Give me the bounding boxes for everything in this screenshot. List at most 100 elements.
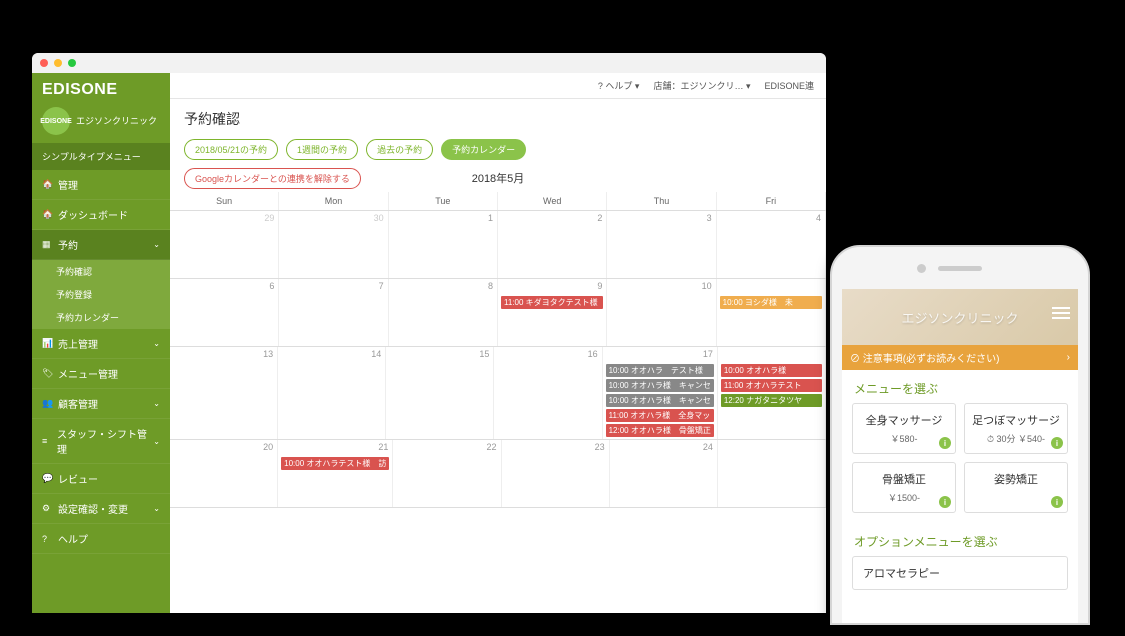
calendar-cell[interactable]: 1710:00 オオハラ テスト様10:00 オオハラ様 キャンセ10:00 オ… bbox=[603, 347, 718, 439]
calendar-row: 202110:00 オオハラテスト様 訪22 23 24 bbox=[170, 440, 826, 508]
calendar-event[interactable]: 12:20 ナガタニタツヤ bbox=[721, 394, 822, 407]
option-card[interactable]: アロマセラピー bbox=[852, 556, 1068, 590]
cell-date: 14 bbox=[371, 349, 381, 359]
calendar-cell[interactable]: 2110:00 オオハラテスト様 訪 bbox=[278, 440, 393, 507]
hamburger-icon[interactable] bbox=[1052, 307, 1070, 319]
calendar-cell[interactable]: 20 bbox=[170, 440, 278, 507]
nav-item[interactable]: 🏷メニュー管理 bbox=[32, 359, 170, 389]
calendar-cell[interactable]: 29 bbox=[170, 211, 279, 278]
calendar-cell[interactable]: 14 bbox=[278, 347, 386, 439]
unlink-google-pill[interactable]: Googleカレンダーとの連携を解除する bbox=[184, 168, 361, 189]
calendar-cell[interactable]: 7 bbox=[279, 279, 388, 346]
menu-card[interactable]: 骨盤矯正￥1500-i bbox=[852, 462, 956, 513]
calendar-cell[interactable]: 24 bbox=[610, 440, 718, 507]
info-icon[interactable]: i bbox=[1051, 496, 1063, 508]
calendar-event[interactable]: 11:00 オオハラ様 全身マッ bbox=[606, 409, 714, 422]
nav-item[interactable]: ⚙設定確認・変更⌄ bbox=[32, 494, 170, 524]
menu-card[interactable]: 姿勢矯正i bbox=[964, 462, 1068, 513]
logo: EDISONE bbox=[32, 73, 170, 103]
calendar-cell[interactable]: 10:00 オオハラ様 11:00 オオハラテスト 12:20 ナガタニタツヤ bbox=[718, 347, 826, 439]
nav-sub-item[interactable]: 予約確認 bbox=[32, 260, 170, 283]
calendar-cell[interactable]: 23 bbox=[502, 440, 610, 507]
nav-item[interactable]: 🏠ダッシュボード bbox=[32, 200, 170, 230]
chevron-right-icon: › bbox=[1067, 352, 1070, 363]
nav-item[interactable]: 🏠管理 bbox=[32, 170, 170, 200]
nav-icon: ≡ bbox=[42, 436, 51, 446]
calendar-cell[interactable]: 30 bbox=[279, 211, 388, 278]
calendar-event[interactable]: 10:00 オオハラ テスト様 bbox=[606, 364, 714, 377]
calendar-cell[interactable]: 4 bbox=[717, 211, 826, 278]
nav-icon: 📊 bbox=[42, 338, 52, 349]
nav-label: スタッフ・シフト管理 bbox=[57, 426, 147, 456]
chevron-down-icon: ⌄ bbox=[153, 504, 160, 513]
dow-label: Tue bbox=[389, 192, 498, 210]
window-close-dot[interactable] bbox=[40, 59, 48, 67]
calendar-cell[interactable]: 8 bbox=[389, 279, 498, 346]
browser-chrome bbox=[32, 53, 826, 73]
calendar-cell[interactable]: 3 bbox=[607, 211, 716, 278]
calendar-event[interactable]: 10:00 オオハラ様 キャンセ bbox=[606, 394, 714, 407]
nav-sub-item[interactable]: 予約登録 bbox=[32, 283, 170, 306]
phone-device: エジソンクリニック ⊘ 注意事項(必ずお読みください) › メニューを選ぶ 全身… bbox=[830, 245, 1090, 625]
nav-item[interactable]: ▦予約⌄ bbox=[32, 230, 170, 260]
chevron-down-icon: ⌄ bbox=[153, 240, 160, 249]
calendar-cell[interactable]: 16 bbox=[494, 347, 602, 439]
notice-bar[interactable]: ⊘ 注意事項(必ずお読みください) › bbox=[842, 345, 1078, 370]
calendar-cell[interactable]: 1 bbox=[389, 211, 498, 278]
calendar-cell[interactable]: 13 bbox=[170, 347, 278, 439]
menu-card[interactable]: 足つぼマッサージ⏱ 30分 ￥540-i bbox=[964, 403, 1068, 454]
window-min-dot[interactable] bbox=[54, 59, 62, 67]
clinic-badge: EDISONE bbox=[42, 107, 70, 135]
info-icon[interactable]: i bbox=[939, 496, 951, 508]
calendar-event[interactable]: 10:00 オオハラ様 bbox=[721, 364, 822, 377]
filter-pill[interactable]: 予約カレンダー bbox=[441, 139, 526, 160]
app-body: EDISONE EDISONE エジソンクリニック シンプルタイプメニュー 🏠管… bbox=[32, 73, 826, 613]
info-icon[interactable]: i bbox=[1051, 437, 1063, 449]
filter-pill[interactable]: 過去の予約 bbox=[366, 139, 433, 160]
help-link[interactable]: ? ヘルプ ▾ bbox=[598, 79, 640, 92]
calendar-cell[interactable]: 10:00 ヨシダ様 未 bbox=[717, 279, 826, 346]
calendar-event[interactable]: 10:00 オオハラ様 キャンセ bbox=[606, 379, 714, 392]
cell-date: 8 bbox=[488, 281, 493, 291]
calendar-cell[interactable]: 10 bbox=[607, 279, 716, 346]
calendar-row: 29301234 bbox=[170, 211, 826, 279]
calendar-cell[interactable]: 911:00 キダヨタクテスト様 bbox=[498, 279, 607, 346]
cell-date: 24 bbox=[703, 442, 713, 452]
calendar-event[interactable]: 11:00 オオハラテスト bbox=[721, 379, 822, 392]
option-section-title: オプションメニューを選ぶ bbox=[842, 523, 1078, 556]
dow-label: Wed bbox=[498, 192, 607, 210]
calendar-cell[interactable] bbox=[718, 440, 826, 507]
cell-date: 16 bbox=[588, 349, 598, 359]
filter-pill[interactable]: 1週間の予約 bbox=[286, 139, 358, 160]
calendar-event[interactable]: 12:00 オオハラ様 骨盤矯正 bbox=[606, 424, 714, 437]
clinic-name: エジソンクリニック bbox=[76, 116, 157, 127]
filter-pill[interactable]: 2018/05/21の予約 bbox=[184, 139, 278, 160]
menu-price: ￥1500- bbox=[859, 491, 949, 504]
calendar-cell[interactable]: 6 bbox=[170, 279, 279, 346]
calendar-cell[interactable]: 22 bbox=[393, 440, 501, 507]
nav-label: レビュー bbox=[58, 471, 98, 486]
nav-item[interactable]: 💬レビュー bbox=[32, 464, 170, 494]
info-icon[interactable]: i bbox=[939, 437, 951, 449]
calendar-event[interactable]: 10:00 オオハラテスト様 訪 bbox=[281, 457, 389, 470]
calendar-cell[interactable]: 15 bbox=[386, 347, 494, 439]
simple-type-menu[interactable]: シンプルタイプメニュー bbox=[32, 143, 170, 170]
calendar-head: SunMonTueWedThuFri bbox=[170, 192, 826, 211]
menu-card[interactable]: 全身マッサージ￥580-i bbox=[852, 403, 956, 454]
calendar-event[interactable]: 11:00 キダヨタクテスト様 bbox=[501, 296, 603, 309]
nav-item[interactable]: ?ヘルプ bbox=[32, 524, 170, 554]
cell-date: 23 bbox=[595, 442, 605, 452]
nav-item[interactable]: ≡スタッフ・シフト管理⌄ bbox=[32, 419, 170, 464]
calendar-cell[interactable]: 2 bbox=[498, 211, 607, 278]
menu-name: 全身マッサージ bbox=[859, 412, 949, 428]
nav-sub-item[interactable]: 予約カレンダー bbox=[32, 306, 170, 329]
calendar-row: 67 8 911:00 キダヨタクテスト様10 10:00 ヨシダ様 未 bbox=[170, 279, 826, 347]
nav-item[interactable]: 📊売上管理⌄ bbox=[32, 329, 170, 359]
nav-item[interactable]: 👥顧客管理⌄ bbox=[32, 389, 170, 419]
store-selector[interactable]: 店舗：エジソンクリ… ▾ bbox=[653, 79, 750, 92]
calendar-event[interactable]: 10:00 ヨシダ様 未 bbox=[720, 296, 822, 309]
main-area: ? ヘルプ ▾ 店舗：エジソンクリ… ▾ EDISONE連 予約確認 2018/… bbox=[170, 73, 826, 613]
edisone-link[interactable]: EDISONE連 bbox=[764, 79, 814, 92]
window-max-dot[interactable] bbox=[68, 59, 76, 67]
menu-grid: 全身マッサージ￥580-i足つぼマッサージ⏱ 30分 ￥540-i骨盤矯正￥15… bbox=[842, 403, 1078, 523]
